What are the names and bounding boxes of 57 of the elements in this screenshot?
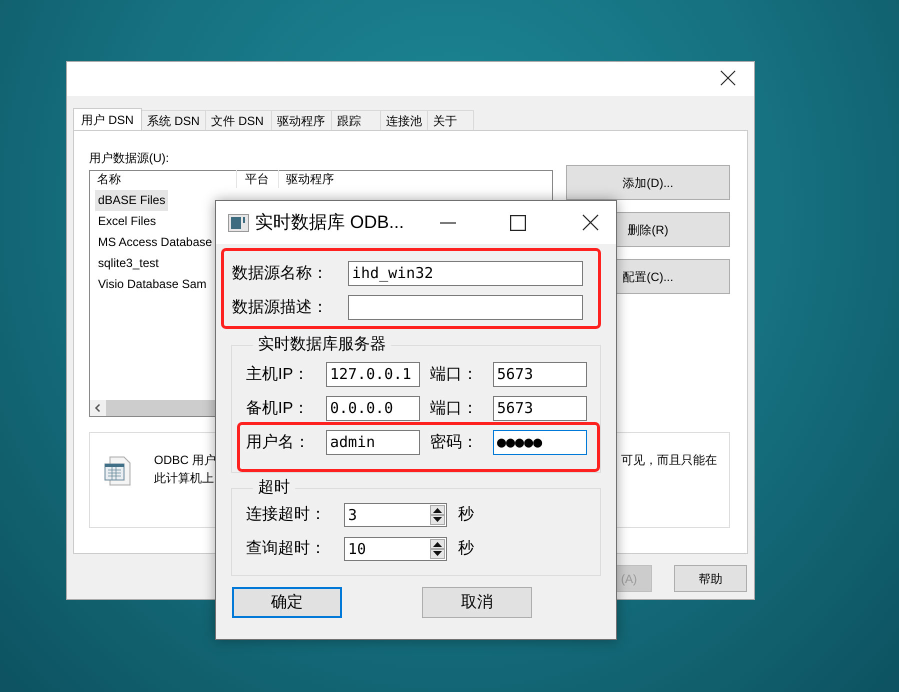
- field-label: 用户名：: [246, 432, 311, 452]
- field-label: 数据源名称：: [232, 264, 329, 284]
- list-row[interactable]: Excel Files: [95, 211, 160, 232]
- info-text: 可见，而且只能在: [621, 452, 717, 469]
- list-row[interactable]: dBASE Files: [95, 190, 168, 211]
- list-row[interactable]: sqlite3_test: [95, 253, 162, 274]
- field-label: 端口：: [430, 364, 479, 384]
- info-text: ODBC 用户: [154, 452, 214, 469]
- scroll-left-icon[interactable]: [90, 400, 106, 416]
- tab[interactable]: 连接池: [381, 110, 428, 130]
- tab[interactable]: 系统 DSN: [142, 110, 206, 130]
- text-field[interactable]: admin: [326, 430, 420, 455]
- info-text: 此计算机上: [154, 470, 214, 487]
- field-label: 查询超时：: [246, 538, 327, 559]
- field-label: 端口：: [430, 398, 479, 418]
- tab[interactable]: 跟踪: [332, 110, 381, 130]
- spin-box[interactable]: 10: [344, 537, 447, 561]
- group-title: 实时数据库服务器: [257, 334, 387, 355]
- text-field[interactable]: 5673: [493, 396, 587, 421]
- close-icon: [720, 70, 736, 86]
- list-row[interactable]: Visio Database Sam: [95, 274, 210, 295]
- text-field[interactable]: [348, 295, 583, 320]
- side-button[interactable]: 添加(D)...: [566, 165, 730, 200]
- text-field[interactable]: 0.0.0.0: [326, 396, 420, 421]
- password-field[interactable]: ●●●●●: [493, 430, 587, 455]
- column-header[interactable]: 驱动程序: [279, 170, 334, 188]
- list-row[interactable]: MS Access Database: [95, 232, 216, 253]
- spin-arrows-icon[interactable]: [430, 505, 445, 525]
- text-field[interactable]: ihd_win32: [348, 261, 583, 286]
- list-label: 用户数据源(U):: [89, 150, 170, 166]
- field-label: 密码：: [430, 432, 479, 452]
- field-label: 主机IP：: [246, 364, 310, 384]
- column-header[interactable]: 平台: [237, 170, 279, 188]
- dialog-title: 实时数据库 ODB...: [255, 211, 404, 234]
- unit-label: 秒: [458, 505, 474, 525]
- field-label: 备机IP：: [246, 398, 310, 418]
- close-icon: [582, 214, 599, 231]
- tab[interactable]: 关于: [428, 110, 474, 130]
- unit-label: 秒: [458, 539, 474, 559]
- field-label: 连接超时：: [246, 504, 327, 525]
- tab[interactable]: 驱动程序: [272, 110, 332, 130]
- window-icon: [228, 214, 249, 232]
- dialog-button[interactable]: 取消: [422, 587, 532, 618]
- group-title: 超时: [257, 478, 291, 498]
- close-button[interactable]: [720, 70, 738, 88]
- column-header[interactable]: 名称: [90, 170, 237, 188]
- minimize-icon: [440, 222, 456, 224]
- tab[interactable]: 用户 DSN: [73, 108, 142, 130]
- tab[interactable]: 文件 DSN: [206, 110, 272, 130]
- dialog-button[interactable]: 确定: [232, 587, 342, 618]
- text-field[interactable]: 5673: [493, 362, 587, 387]
- maximize-icon: [510, 214, 526, 230]
- spin-arrows-icon[interactable]: [430, 539, 445, 559]
- spin-box[interactable]: 3: [344, 503, 447, 527]
- field-label: 数据源描述：: [232, 298, 329, 318]
- footer-button[interactable]: 帮助: [674, 565, 747, 592]
- text-field[interactable]: 127.0.0.1: [326, 362, 420, 387]
